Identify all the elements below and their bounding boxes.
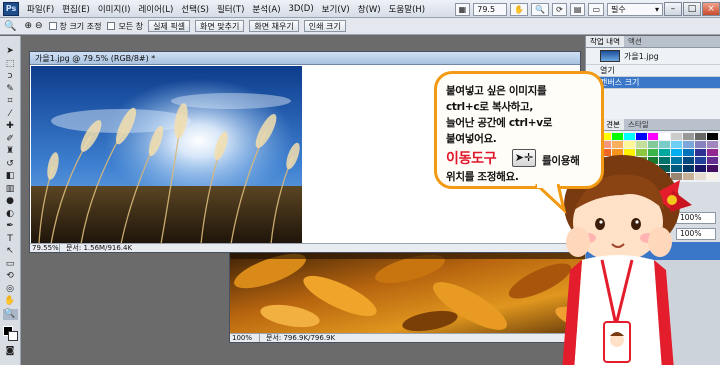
bubble-text-line-2: ctrl+c로 복사하고, bbox=[446, 101, 534, 113]
menu-window[interactable]: 창(W) bbox=[354, 3, 385, 15]
menu-view[interactable]: 보기(V) bbox=[318, 3, 354, 15]
marquee-tool-icon[interactable]: ⬚ bbox=[3, 59, 18, 70]
zoom-tool-option-icon[interactable]: 🔍 bbox=[4, 21, 16, 32]
move-tool-highlight: 이동도구 bbox=[446, 151, 497, 167]
blur-tool-icon[interactable]: ● bbox=[3, 196, 18, 207]
menu-image[interactable]: 이미지(I) bbox=[94, 3, 135, 15]
shape-tool-icon[interactable]: ▭ bbox=[3, 259, 18, 270]
bubble-text-line-4: 붙여넣어요. bbox=[446, 133, 497, 145]
photoshop-logo: Ps bbox=[3, 1, 19, 16]
zoom-level-field[interactable]: 79.5 bbox=[473, 2, 508, 16]
maximize-button[interactable]: □ bbox=[683, 2, 701, 16]
history-panel-tabs: 작업 내역 액션 bbox=[586, 36, 720, 48]
options-bar: 🔍 ⊕ ⊖ 창 크기 조정 모든 창 실제 픽셀 화면 맞추기 화면 채우기 인… bbox=[0, 18, 720, 35]
hand-tool-icon[interactable]: ✋ bbox=[510, 2, 529, 16]
print-size-button[interactable]: 인쇄 크기 bbox=[303, 20, 346, 32]
document-zoom-field[interactable]: 79.55% bbox=[32, 244, 60, 252]
fill-screen-button[interactable]: 화면 채우기 bbox=[249, 20, 299, 32]
menu-filter[interactable]: 필터(T) bbox=[213, 3, 248, 15]
grid-icon[interactable]: ▦ bbox=[454, 2, 471, 16]
swatches-panel-tabs: 색상 견본 스타일 bbox=[586, 119, 720, 131]
background-color-swatch[interactable] bbox=[7, 331, 18, 341]
history-empty-area bbox=[586, 89, 720, 119]
crop-tool-icon[interactable]: ⌗ bbox=[3, 96, 18, 107]
zoom-in-icon[interactable]: ⊕ bbox=[24, 21, 32, 31]
history-snapshot[interactable]: 가을1.jpg bbox=[586, 48, 720, 65]
dodge-tool-icon[interactable]: ◐ bbox=[3, 209, 18, 220]
quick-select-tool-icon[interactable]: ✎ bbox=[3, 84, 18, 95]
fit-screen-button[interactable]: 화면 맞추기 bbox=[195, 20, 245, 32]
move-tool-icon[interactable]: ➤ bbox=[3, 46, 18, 57]
healing-brush-tool-icon[interactable]: ✚ bbox=[3, 121, 18, 132]
workspace-switcher[interactable]: 필수 ▾ bbox=[607, 2, 663, 16]
menu-help[interactable]: 도움말(H) bbox=[385, 3, 429, 15]
document-title-bar[interactable]: 가을1.jpg @ 79.5% (RGB/8#) * bbox=[30, 52, 580, 65]
bubble-text-line-3: 늘어난 공간에 ctrl+v로 bbox=[446, 117, 553, 129]
screen-mode-icon[interactable]: ▭ bbox=[588, 2, 604, 16]
quick-mask-icon[interactable]: ◙ bbox=[3, 346, 18, 357]
document-info: 문서: 1.56M/916.4K bbox=[66, 244, 133, 252]
zoom-tool-icon[interactable]: 🔍 bbox=[2, 308, 18, 320]
brush-tool-icon[interactable]: ✐ bbox=[3, 134, 18, 145]
menu-bar: Ps 파일(F) 편집(E) 이미지(I) 레이어(L) 선택(S) 필터(T)… bbox=[0, 0, 720, 18]
close-button[interactable]: × bbox=[702, 2, 720, 16]
3d-orbit-tool-icon[interactable]: ◎ bbox=[3, 284, 18, 295]
document-title: 가을1.jpg @ 79.5% (RGB/8#) * bbox=[35, 53, 156, 63]
menu-layer[interactable]: 레이어(L) bbox=[134, 3, 177, 15]
clone-stamp-tool-icon[interactable]: ♜ bbox=[3, 146, 18, 157]
tab-actions[interactable]: 액션 bbox=[624, 36, 646, 47]
rotate-view-icon[interactable]: ⟳ bbox=[552, 2, 567, 16]
document-zoom-field[interactable]: 100% bbox=[232, 334, 260, 342]
eyedropper-tool-icon[interactable]: ⁄ bbox=[3, 109, 18, 120]
autumn-grass-photo bbox=[31, 66, 302, 244]
tab-styles[interactable]: 스타일 bbox=[624, 119, 653, 130]
resize-windows-checkbox[interactable]: 창 크기 조정 bbox=[48, 21, 102, 32]
zoom-out-icon[interactable]: ⊖ bbox=[35, 21, 43, 31]
workspace-label: 필수 bbox=[611, 4, 626, 14]
all-windows-checkbox[interactable]: 모든 창 bbox=[107, 21, 143, 32]
menubar-right-controls: ▦ 79.5 ✋ 🔍 ⟳ ▤ ▭ 필수 ▾ – □ × bbox=[452, 1, 720, 17]
menu-edit[interactable]: 편집(E) bbox=[58, 3, 94, 15]
history-item-open[interactable]: 열기 bbox=[586, 65, 720, 77]
move-tool-icon: ➤✛ bbox=[512, 149, 536, 167]
lasso-tool-icon[interactable]: ↄ bbox=[3, 71, 18, 82]
pen-tool-icon[interactable]: ✒ bbox=[3, 221, 18, 232]
actual-pixels-button[interactable]: 실제 픽셀 bbox=[148, 20, 191, 32]
color-swatches[interactable] bbox=[2, 325, 19, 343]
checkbox-box bbox=[48, 22, 57, 30]
bubble-text-line-6: 위치를 조정해요. bbox=[446, 171, 519, 183]
gradient-tool-icon[interactable]: ▥ bbox=[3, 184, 18, 195]
checkbox-box bbox=[107, 22, 116, 30]
resize-windows-label: 창 크기 조정 bbox=[59, 21, 102, 31]
hand-tool-icon[interactable]: ✋ bbox=[3, 296, 18, 307]
menu-file[interactable]: 파일(F) bbox=[23, 3, 58, 15]
minimize-button[interactable]: – bbox=[664, 2, 682, 16]
3d-rotate-tool-icon[interactable]: ⟲ bbox=[3, 271, 18, 282]
snapshot-label: 가을1.jpg bbox=[624, 51, 659, 61]
bubble-text-line-5-tail: 를이용해 bbox=[542, 155, 580, 167]
menu-select[interactable]: 선택(S) bbox=[177, 3, 213, 15]
tab-history[interactable]: 작업 내역 bbox=[586, 36, 624, 47]
history-brush-tool-icon[interactable]: ↺ bbox=[3, 159, 18, 170]
all-windows-label: 모든 창 bbox=[118, 21, 144, 31]
menu-analysis[interactable]: 분석(A) bbox=[248, 3, 284, 15]
path-select-tool-icon[interactable]: ↖ bbox=[3, 246, 18, 257]
tools-panel: ➤ ⬚ ↄ ✎ ⌗ ⁄ ✚ ✐ ♜ ↺ ◧ ▥ ● ◐ ✒ T ↖ ▭ ⟲ ◎ … bbox=[0, 36, 21, 365]
zoom-tool-icon[interactable]: 🔍 bbox=[531, 2, 550, 16]
snapshot-thumbnail bbox=[600, 50, 620, 62]
history-item-canvas-size[interactable]: 캔버스 크기 bbox=[586, 77, 720, 89]
chevron-down-icon: ▾ bbox=[654, 4, 659, 14]
document-info: 문서: 796.9K/796.9K bbox=[266, 334, 336, 342]
document-status-bar: 79.55% 문서: 1.56M/916.4K bbox=[30, 243, 580, 252]
bubble-text-line-1: 붙여넣고 싶은 이미지를 bbox=[446, 85, 547, 97]
arrange-documents-icon[interactable]: ▤ bbox=[569, 2, 586, 16]
speech-bubble-tail bbox=[534, 184, 567, 214]
type-tool-icon[interactable]: T bbox=[3, 234, 18, 245]
eraser-tool-icon[interactable]: ◧ bbox=[3, 171, 18, 182]
menu-3d[interactable]: 3D(D) bbox=[285, 4, 318, 14]
speech-bubble: 붙여넣고 싶은 이미지를 ctrl+c로 복사하고, 늘어난 공간에 ctrl+… bbox=[434, 71, 604, 214]
